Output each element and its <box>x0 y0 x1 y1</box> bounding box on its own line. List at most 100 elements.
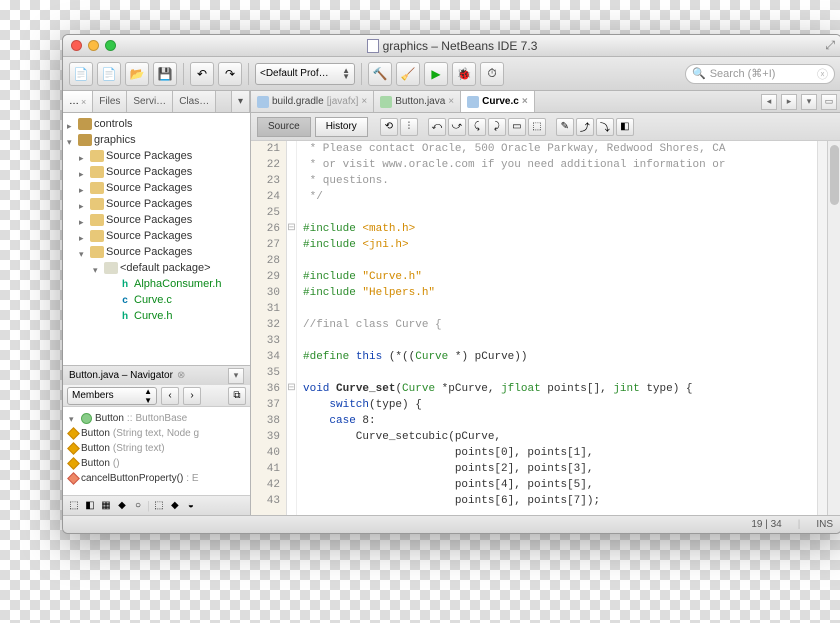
search-input[interactable]: 🔍 Search (⌘+I) ⓧ <box>685 64 835 84</box>
close-button[interactable] <box>71 40 82 51</box>
editor-tab-curve-c[interactable]: Curve.c × <box>461 91 535 112</box>
src-packages-node[interactable]: Source Packages <box>63 164 250 180</box>
files-tab[interactable]: Files <box>93 91 127 112</box>
editor-tab-button-java[interactable]: Button.java × <box>374 91 461 112</box>
nav-window-button[interactable]: ⧉ <box>228 387 246 405</box>
package-icon <box>90 182 104 194</box>
package-icon <box>90 230 104 242</box>
package-icon <box>90 214 104 226</box>
insert-mode: INS <box>816 519 833 530</box>
filter-8-icon[interactable]: ◒ <box>184 499 198 513</box>
header-file-icon: h <box>118 310 132 322</box>
project-icon <box>78 134 92 146</box>
editor-tool-7[interactable]: ▭ <box>508 118 526 136</box>
default-package-node[interactable]: <default package> <box>63 260 250 276</box>
filter-3-icon[interactable]: ▦ <box>99 499 113 513</box>
editor-tool-6[interactable]: ⤸ <box>488 118 506 136</box>
run-button[interactable]: ▶ <box>424 62 448 86</box>
project-node-graphics[interactable]: graphics <box>63 132 250 148</box>
filter-6-icon[interactable]: ⬚ <box>152 499 166 513</box>
source-view-button[interactable]: Source <box>257 117 311 137</box>
redo-button[interactable]: ↷ <box>218 62 242 86</box>
members-select[interactable]: Members▲▼ <box>67 387 157 405</box>
src-packages-node[interactable]: Source Packages <box>63 196 250 212</box>
close-icon[interactable]: × <box>361 96 367 107</box>
nav-ctor-2[interactable]: Button(String text) <box>63 441 250 456</box>
profile-button[interactable]: ⏱ <box>480 62 504 86</box>
file-alphaconsumer[interactable]: hAlphaConsumer.h <box>63 276 250 292</box>
editor-tool-3[interactable]: ⤺ <box>428 118 446 136</box>
file-curve-h[interactable]: hCurve.h <box>63 308 250 324</box>
open-button[interactable]: 📂 <box>125 62 149 86</box>
nav-method[interactable]: cancelButtonProperty() : E <box>63 471 250 486</box>
history-view-button[interactable]: History <box>315 117 368 137</box>
maximize-editor-button[interactable]: ▭ <box>821 94 837 110</box>
nav-class-node[interactable]: Button :: ButtonBase <box>63 411 250 426</box>
nav-ctor-1[interactable]: Button(String text, Node g <box>63 426 250 441</box>
navigator-header: Button.java – Navigator ⊗ ▾ <box>63 365 250 385</box>
new-file-button[interactable]: 📄 <box>69 62 93 86</box>
file-curve-c[interactable]: cCurve.c <box>63 292 250 308</box>
navigator-tree[interactable]: Button :: ButtonBase Button(String text,… <box>63 407 250 495</box>
src-packages-node-open[interactable]: Source Packages <box>63 244 250 260</box>
minimize-button[interactable] <box>88 40 99 51</box>
src-packages-node[interactable]: Source Packages <box>63 212 250 228</box>
panel-menu-button[interactable]: ▾ <box>231 91 250 112</box>
filter-4-icon[interactable]: ◆ <box>115 499 129 513</box>
error-stripe[interactable] <box>817 141 827 515</box>
src-packages-node[interactable]: Source Packages <box>63 180 250 196</box>
editor-tool-9[interactable]: ✎ <box>556 118 574 136</box>
package-icon <box>90 166 104 178</box>
fold-bar[interactable]: ⊟⊟ <box>287 141 297 515</box>
navigator-close-icon[interactable]: ⊗ <box>177 370 185 381</box>
editor-scrollbar[interactable] <box>827 141 840 515</box>
tab-scroll-right-button[interactable]: ▸ <box>781 94 797 110</box>
tab-list-button[interactable]: ▾ <box>801 94 817 110</box>
editor-tab-build-gradle[interactable]: build.gradle [javafx] × <box>251 91 374 112</box>
editor-tool-10[interactable]: ⤴ <box>576 118 594 136</box>
close-icon[interactable]: × <box>448 96 454 107</box>
services-tab[interactable]: Servi… <box>127 91 173 112</box>
project-tree[interactable]: controls graphics Source Packages Source… <box>63 113 250 365</box>
close-icon[interactable]: × <box>522 96 528 107</box>
config-select[interactable]: <Default Prof… ▲▼ <box>255 63 355 85</box>
nav-next-button[interactable]: › <box>183 387 201 405</box>
navigator-filter-toolbar: ⬚ ◧ ▦ ◆ ○ | ⬚ ◆ ◒ <box>63 495 250 515</box>
clean-build-button[interactable]: 🧹 <box>396 62 420 86</box>
src-packages-node[interactable]: Source Packages <box>63 228 250 244</box>
filter-7-icon[interactable]: ◆ <box>168 499 182 513</box>
project-node-controls[interactable]: controls <box>63 116 250 132</box>
zoom-button[interactable] <box>105 40 116 51</box>
projects-tab[interactable]: …× <box>63 91 93 112</box>
editor-tool-5[interactable]: ⤹ <box>468 118 486 136</box>
line-gutter: 21 22 23 24 25 26 27 28 29 30 31 32 33 3… <box>251 141 287 515</box>
build-button[interactable]: 🔨 <box>368 62 392 86</box>
code-editor[interactable]: 21 22 23 24 25 26 27 28 29 30 31 32 33 3… <box>251 141 840 515</box>
nav-prev-button[interactable]: ‹ <box>161 387 179 405</box>
filter-5-icon[interactable]: ○ <box>131 499 145 513</box>
editor-tool-11[interactable]: ⤵ <box>596 118 614 136</box>
navigator-menu-button[interactable]: ▾ <box>228 368 244 384</box>
new-project-button[interactable]: 📄 <box>97 62 121 86</box>
code-area[interactable]: * Please contact Oracle, 500 Oracle Park… <box>297 141 817 515</box>
tab-scroll-left-button[interactable]: ◂ <box>761 94 777 110</box>
editor-tool-8[interactable]: ⬚ <box>528 118 546 136</box>
editor-tool-2[interactable]: ⫶ <box>400 118 418 136</box>
editor-tool-12[interactable]: ◧ <box>616 118 634 136</box>
editor-tool-4[interactable]: ⤻ <box>448 118 466 136</box>
cursor-position: 19 | 34 <box>751 519 781 530</box>
src-packages-node[interactable]: Source Packages <box>63 148 250 164</box>
editor-tool-1[interactable]: ⟲ <box>380 118 398 136</box>
undo-button[interactable]: ↶ <box>190 62 214 86</box>
nav-ctor-3[interactable]: Button() <box>63 456 250 471</box>
debug-button[interactable]: 🐞 <box>452 62 476 86</box>
save-all-button[interactable]: 💾 <box>153 62 177 86</box>
filter-2-icon[interactable]: ◧ <box>83 499 97 513</box>
fullscreen-icon[interactable]: ⤢ <box>825 38 835 53</box>
filter-1-icon[interactable]: ⬚ <box>67 499 81 513</box>
package-icon <box>90 246 104 258</box>
clear-search-icon[interactable]: ⓧ <box>817 66 828 82</box>
class-icon <box>81 413 92 424</box>
project-icon <box>78 118 92 130</box>
classes-tab[interactable]: Clas… <box>173 91 216 112</box>
